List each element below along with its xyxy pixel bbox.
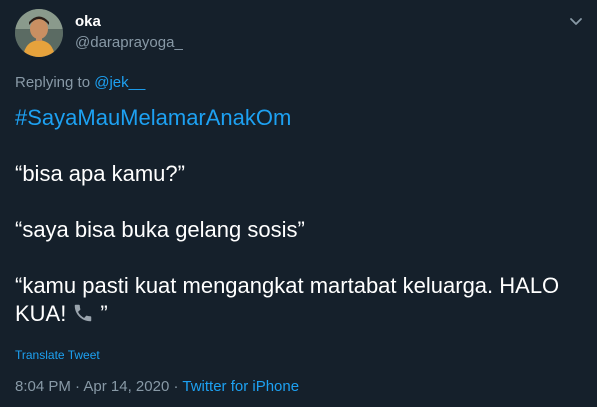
more-options-chevron-icon[interactable] (566, 12, 586, 32)
hashtag-link[interactable]: #SayaMauMelamarAnakOm (15, 104, 585, 132)
user-handle[interactable]: @daraprayoga_ (75, 33, 183, 53)
tweet-text: #SayaMauMelamarAnakOm “bisa apa kamu?” “… (15, 104, 585, 331)
display-name[interactable]: oka (75, 12, 101, 32)
tweet-card: oka @daraprayoga_ Replying to @jek__ #Sa… (0, 0, 597, 407)
meta-separator: · (70, 378, 84, 395)
tweet-time[interactable]: 8:04 PM (15, 378, 71, 395)
tweet-line-2: “saya bisa buka gelang sosis” (15, 217, 305, 242)
tweet-line-3b-end: ” (100, 301, 108, 326)
translate-tweet-link[interactable]: Translate Tweet (15, 347, 100, 363)
tweet-line-3b-start: KUA! (15, 301, 67, 326)
reply-mention-link[interactable]: @jek__ (94, 74, 145, 91)
meta-separator: · (169, 378, 183, 395)
tweet-line-3a: “kamu pasti kuat mengangkat martabat kel… (15, 273, 560, 298)
phone-receiver-icon (72, 302, 94, 331)
tweet-source-link[interactable]: Twitter for iPhone (182, 378, 299, 395)
tweet-meta: 8:04 PM · Apr 14, 2020 · Twitter for iPh… (15, 377, 299, 397)
replying-to-label: Replying to (15, 74, 95, 91)
tweet-line-1: “bisa apa kamu?” (15, 161, 185, 186)
tweet-date[interactable]: Apr 14, 2020 (83, 378, 169, 395)
tweet-line-3b: KUA! ” (15, 300, 585, 331)
avatar-image (15, 9, 63, 57)
avatar[interactable] (15, 9, 63, 57)
replying-to: Replying to @jek__ (15, 73, 145, 93)
